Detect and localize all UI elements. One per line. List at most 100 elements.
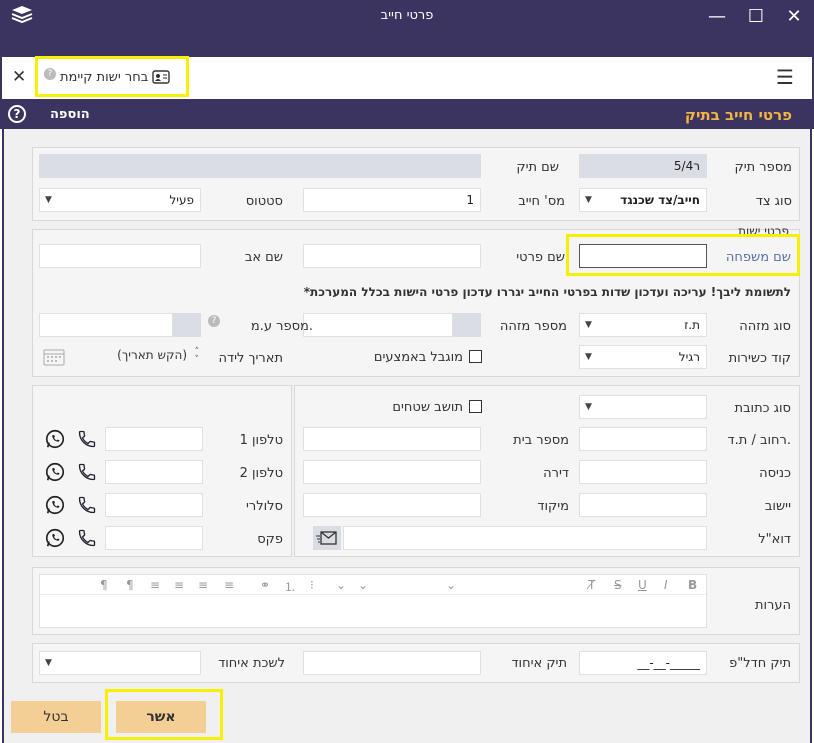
- phone1-input[interactable]: [105, 427, 203, 451]
- email-input[interactable]: [343, 526, 707, 550]
- status-value: פעיל: [169, 193, 194, 207]
- vat-number-addon: [173, 313, 201, 337]
- whatsapp-icon[interactable]: [41, 460, 69, 484]
- align-right-icon[interactable]: ≡: [224, 578, 234, 592]
- align-left-icon[interactable]: ≡: [174, 578, 184, 592]
- help-icon[interactable]: ?: [8, 105, 26, 123]
- id-number-input[interactable]: [303, 313, 453, 337]
- zip-input[interactable]: [303, 493, 481, 517]
- case-number-field: 5/4ר: [579, 154, 707, 178]
- kashrut-label: קוד כשירות: [728, 351, 791, 366]
- notes-panel: הערות ¶ ¶ ≡ ≡ ≡ ≡ ⚭ ⒈ ⁝ ⌄ ⌄ ⌄ T̸ S̶ U I …: [32, 567, 800, 635]
- id-type-value: ת.ז: [684, 318, 700, 332]
- bold-icon[interactable]: B: [688, 578, 697, 592]
- first-name-input[interactable]: [303, 244, 481, 268]
- side-type-select[interactable]: חייב/צד שכנגד ▼: [579, 188, 707, 212]
- notes-editor[interactable]: ¶ ¶ ≡ ≡ ≡ ≡ ⚭ ⒈ ⁝ ⌄ ⌄ ⌄ T̸ S̶ U I B: [39, 574, 707, 628]
- debtor-number-label: מס' חייב: [518, 194, 565, 209]
- id-type-select[interactable]: ת.ז ▼: [579, 313, 707, 337]
- cancel-button[interactable]: בטל: [11, 701, 101, 733]
- chevron-down-icon[interactable]: ⌄: [358, 578, 368, 592]
- page-title: פרטי חייב בתיק: [684, 106, 792, 124]
- italic-icon[interactable]: I: [664, 578, 668, 592]
- highlight-confirm: [105, 689, 223, 740]
- close-window-button[interactable]: ✕: [783, 6, 805, 28]
- chevron-down-icon: ▼: [585, 402, 592, 412]
- side-type-value: חייב/צד שכנגד: [620, 193, 700, 207]
- phone-call-icon[interactable]: [73, 427, 101, 451]
- whatsapp-icon[interactable]: [41, 493, 69, 517]
- kashrut-select[interactable]: רגיל ▼: [579, 345, 707, 369]
- apartment-label: דירה: [543, 466, 569, 481]
- ordered-list-icon[interactable]: ⒈: [284, 578, 296, 595]
- kashrut-value: רגיל: [678, 350, 700, 364]
- phone-call-icon[interactable]: [73, 493, 101, 517]
- case-name-field: [39, 154, 481, 178]
- whatsapp-icon[interactable]: [41, 427, 69, 451]
- whatsapp-icon[interactable]: [41, 526, 69, 550]
- address-type-select[interactable]: ▼: [579, 395, 707, 419]
- fax-input[interactable]: [105, 526, 203, 550]
- phone1-label: טלפון 1: [239, 433, 283, 448]
- father-name-label: שם אב: [244, 250, 283, 265]
- house-number-input[interactable]: [303, 427, 481, 451]
- case-panel: מספר תיק 5/4ר שם תיק סוג צד חייב/צד שכנג…: [32, 147, 800, 221]
- address-panel: סוג כתובת ▼ תושב שטחים רחוב / ת.ד. מספר …: [294, 385, 800, 557]
- limited-means-label: מוגבל באמצעים: [373, 350, 463, 365]
- link-icon[interactable]: ⚭: [260, 578, 270, 592]
- paragraph-rtl-icon[interactable]: ¶: [126, 578, 134, 592]
- underline-icon[interactable]: U: [638, 578, 647, 592]
- vat-number-input[interactable]: [39, 313, 173, 337]
- merge-office-select[interactable]: ▼: [39, 651, 201, 675]
- phone-call-icon[interactable]: [73, 526, 101, 550]
- chevron-down-icon[interactable]: ⌄: [336, 578, 346, 592]
- close-form-button[interactable]: ✕: [12, 67, 26, 87]
- chevron-down-icon[interactable]: ⌄: [446, 578, 456, 592]
- street-input[interactable]: [579, 427, 707, 451]
- bankruptcy-case-input[interactable]: __-__-_____: [579, 651, 707, 675]
- email-label: דוא"ל: [758, 532, 791, 547]
- limited-means-checkbox[interactable]: [469, 350, 482, 363]
- debtor-number-field[interactable]: 1: [303, 188, 481, 212]
- strikethrough-icon[interactable]: S̶: [614, 578, 622, 592]
- add-button[interactable]: הוספה: [50, 107, 90, 122]
- clear-format-icon[interactable]: T̸: [588, 578, 595, 592]
- street-label: רחוב / ת.ד.: [727, 433, 791, 448]
- window-title: פרטי חייב: [380, 8, 434, 23]
- editor-toolbar: ¶ ¶ ≡ ≡ ≡ ≡ ⚭ ⒈ ⁝ ⌄ ⌄ ⌄ T̸ S̶ U I B: [40, 575, 706, 595]
- title-bar: פרטי חייב — ☐ ✕: [0, 0, 814, 57]
- city-input[interactable]: [579, 493, 707, 517]
- status-select[interactable]: פעיל ▼: [39, 188, 201, 212]
- address-type-label: סוג כתובת: [734, 401, 792, 416]
- email-send-icon[interactable]: [313, 526, 341, 550]
- house-number-label: מספר בית: [513, 433, 569, 448]
- minimize-button[interactable]: —: [706, 6, 728, 28]
- id-number-label: מספר מזהה: [499, 319, 567, 334]
- zip-label: מיקוד: [537, 499, 569, 514]
- chevron-down-icon: ▼: [45, 195, 52, 205]
- phone2-input[interactable]: [105, 460, 203, 484]
- birth-date-label: תאריך לידה: [218, 351, 283, 366]
- territories-checkbox[interactable]: [469, 400, 482, 413]
- birth-date-field[interactable]: (הקש תאריך) ˄ ˅: [39, 345, 201, 369]
- maximize-button[interactable]: ☐: [745, 6, 767, 28]
- id-number-addon: [453, 313, 481, 337]
- justify-icon[interactable]: ≡: [150, 578, 160, 592]
- paragraph-ltr-icon[interactable]: ¶: [100, 578, 108, 592]
- section-header: ? הוספה פרטי חייב בתיק: [0, 99, 814, 129]
- entrance-input[interactable]: [579, 460, 707, 484]
- case-number-label: מספר תיק: [734, 160, 792, 175]
- merge-office-label: לשכת איחוד: [218, 656, 285, 671]
- bullet-list-icon[interactable]: ⁝: [310, 578, 314, 592]
- apartment-input[interactable]: [303, 460, 481, 484]
- bankruptcy-panel: תיק חדל"פ __-__-_____ תיק איחוד לשכת איח…: [32, 643, 800, 683]
- cell-input[interactable]: [105, 493, 203, 517]
- merge-case-input[interactable]: [303, 651, 481, 675]
- territories-label: תושב שטחים: [392, 400, 463, 415]
- vat-number-label: מספר ע.מ.: [250, 319, 313, 334]
- father-name-input[interactable]: [39, 244, 201, 268]
- calendar-icon[interactable]: [43, 348, 65, 366]
- align-center-icon[interactable]: ≡: [198, 578, 208, 592]
- menu-button[interactable]: ☰: [776, 65, 794, 89]
- phone-call-icon[interactable]: [73, 460, 101, 484]
